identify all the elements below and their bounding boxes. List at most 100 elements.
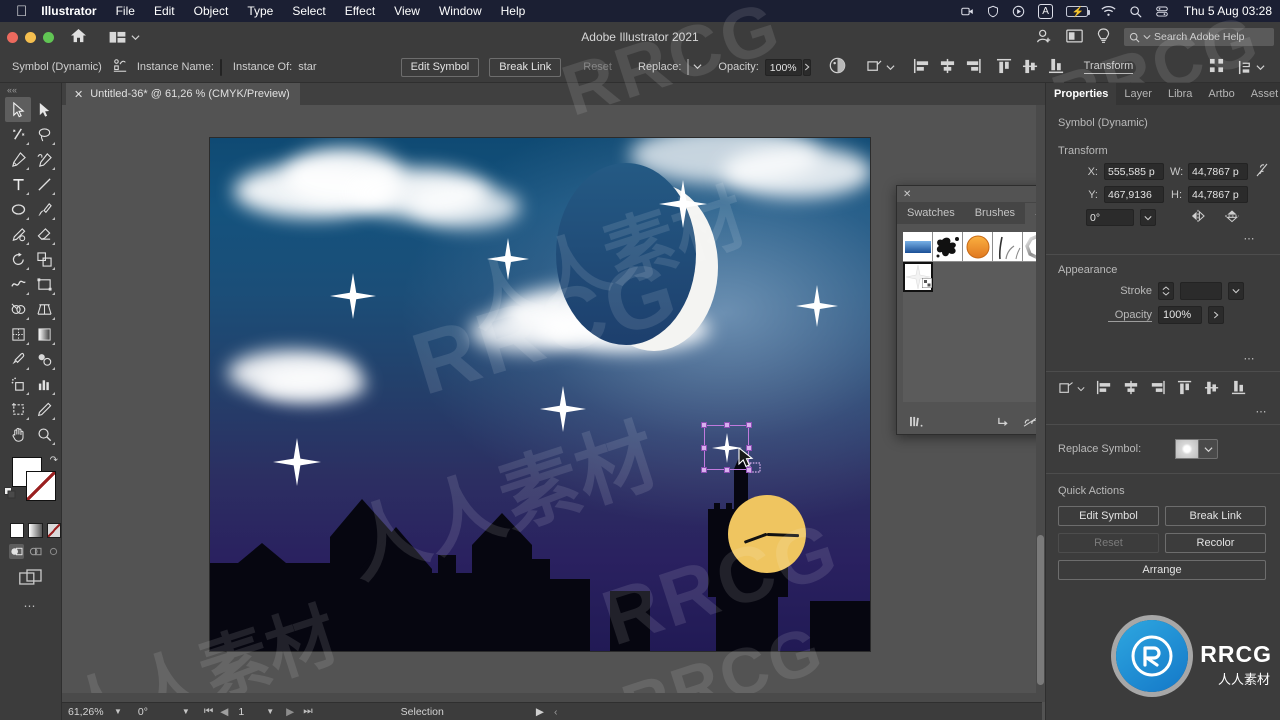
opacity-input[interactable]: 100% [1158,306,1202,324]
draw-inside-icon[interactable] [46,544,61,559]
group-objects-icon[interactable] [1209,58,1224,76]
select-similar-objects-icon[interactable] [866,60,895,74]
eraser-tool[interactable] [31,222,57,247]
zoom-level-input[interactable]: 61,26% [62,706,114,718]
opacity-label[interactable]: Opacity [1108,309,1152,322]
recolor-artwork-icon[interactable] [829,57,846,77]
edit-toolbar-icon[interactable]: ⋯ [0,599,61,613]
tab-properties[interactable]: Properties [1046,83,1117,105]
place-symbol-instance-icon[interactable] [997,416,1010,431]
flip-vertical-icon[interactable] [1224,209,1240,226]
battery-charging-icon[interactable]: ⚡ [1065,5,1090,18]
align-left-icon[interactable] [1096,380,1112,398]
first-artboard-icon[interactable]: ⏮ [204,705,213,718]
stroke-color-swatch[interactable] [26,471,56,501]
draw-behind-icon[interactable] [28,544,43,559]
menu-item-view[interactable]: View [394,4,420,18]
rotation-angle-input[interactable]: 0° [1086,209,1134,226]
close-icon[interactable]: ✕ [74,88,83,101]
menu-item-illustrator[interactable]: Illustrator [41,4,96,18]
account-add-icon[interactable] [1036,28,1052,47]
close-window-button[interactable] [7,31,18,43]
artboard-tool[interactable] [5,397,31,422]
maximize-window-button[interactable] [43,31,54,43]
align-bottom-icon[interactable] [1048,58,1065,77]
search-icon[interactable] [1129,5,1142,18]
align-top-icon[interactable] [996,58,1013,77]
toolbar-grip[interactable]: «« [0,83,61,97]
edit-symbol-button[interactable]: Edit Symbol [400,57,480,77]
menu-item-file[interactable]: File [116,4,135,18]
chevron-down-icon[interactable] [693,61,702,73]
slice-tool[interactable] [31,397,57,422]
swap-fill-stroke-icon[interactable]: ↷ [50,455,58,466]
direct-selection-tool[interactable] [31,97,57,122]
menu-item-object[interactable]: Object [194,4,229,18]
magic-wand-tool[interactable] [5,122,31,147]
align-vertical-center-icon[interactable] [1022,58,1039,77]
last-artboard-icon[interactable]: ⏭ [303,705,312,718]
selection-tool[interactable] [5,97,31,122]
replace-symbol-swatch[interactable] [687,59,690,75]
symbol-star[interactable] [903,262,933,292]
align-bottom-icon[interactable] [1231,380,1247,398]
menu-item-effect[interactable]: Effect [345,4,375,18]
shaper-tool[interactable] [5,222,31,247]
status-collapse-icon[interactable]: ‹ [554,706,558,718]
align-right-icon[interactable] [965,58,982,77]
none-mode-icon[interactable] [46,523,61,538]
symbol-blue-gradient-bar[interactable] [903,232,933,262]
zoom-dropdown-icon[interactable]: ▼ [114,707,122,716]
opacity-options-button[interactable] [802,58,811,76]
artboard[interactable]: 人人素材 RRCG 人人素材 RRCG [210,138,870,651]
menu-item-edit[interactable]: Edit [154,4,175,18]
transform-more-options-icon[interactable]: ⋯ [1058,232,1268,245]
menu-item-type[interactable]: Type [247,4,273,18]
canvas-area[interactable]: 人人素材 RRCG 人人素材 RRCG [62,105,1042,702]
wifi-icon[interactable] [1101,5,1116,17]
chevron-down-icon[interactable] [1228,282,1244,300]
flip-horizontal-icon[interactable] [1190,209,1206,226]
y-input[interactable]: 467,9136 [1104,186,1164,203]
rotation-value[interactable]: 0° [138,706,182,718]
lightbulb-icon[interactable] [1097,27,1110,47]
rotation-dropdown-icon[interactable]: ▼ [182,707,190,716]
previous-artboard-icon[interactable]: ◀ [220,706,228,718]
color-mode-icon[interactable] [10,523,25,538]
line-segment-tool[interactable] [31,172,57,197]
scale-tool[interactable] [31,247,57,272]
align-horizontal-center-icon[interactable] [939,58,956,77]
horizontal-scrollbar[interactable] [62,693,1042,702]
screen-record-icon[interactable] [961,5,974,18]
menu-item-select[interactable]: Select [292,4,325,18]
opacity-input[interactable]: 100% [764,58,802,76]
shape-builder-tool[interactable] [5,297,31,322]
symbol-orange-circle[interactable] [963,232,993,262]
align-more-options-icon[interactable]: ⋯ [1046,405,1280,418]
symbol-grass-blades[interactable] [993,232,1023,262]
align-top-icon[interactable] [1177,380,1193,398]
stroke-weight-input[interactable] [1180,282,1222,300]
instance-name-input[interactable] [219,58,222,76]
gradient-tool[interactable] [31,322,57,347]
curvature-tool[interactable] [31,147,57,172]
next-artboard-icon[interactable]: ▶ [286,706,294,718]
tab-swatches[interactable]: Swatches [897,203,965,224]
chevron-down-icon[interactable] [1198,439,1219,459]
align-right-icon[interactable] [1150,380,1166,398]
quick-recolor-button[interactable]: Recolor [1165,533,1266,553]
arrange-documents-icon[interactable] [109,31,140,44]
opacity-options-button[interactable] [1208,306,1224,324]
quick-edit-symbol-button[interactable]: Edit Symbol [1058,506,1159,526]
h-input[interactable]: 44,7867 p [1188,186,1248,203]
control-center-icon[interactable] [1155,5,1169,18]
break-link-button[interactable]: Break Link [489,57,562,77]
chevron-down-icon[interactable] [1140,209,1156,226]
free-transform-tool[interactable] [31,272,57,297]
artboard-number-input[interactable]: 1 [238,706,244,718]
x-input[interactable]: 555,585 p [1104,163,1164,180]
align-to-selection-icon[interactable] [1058,382,1085,396]
play-circle-icon[interactable] [1012,5,1025,18]
mesh-tool[interactable] [5,322,31,347]
tab-layers[interactable]: Layer [1116,83,1160,105]
